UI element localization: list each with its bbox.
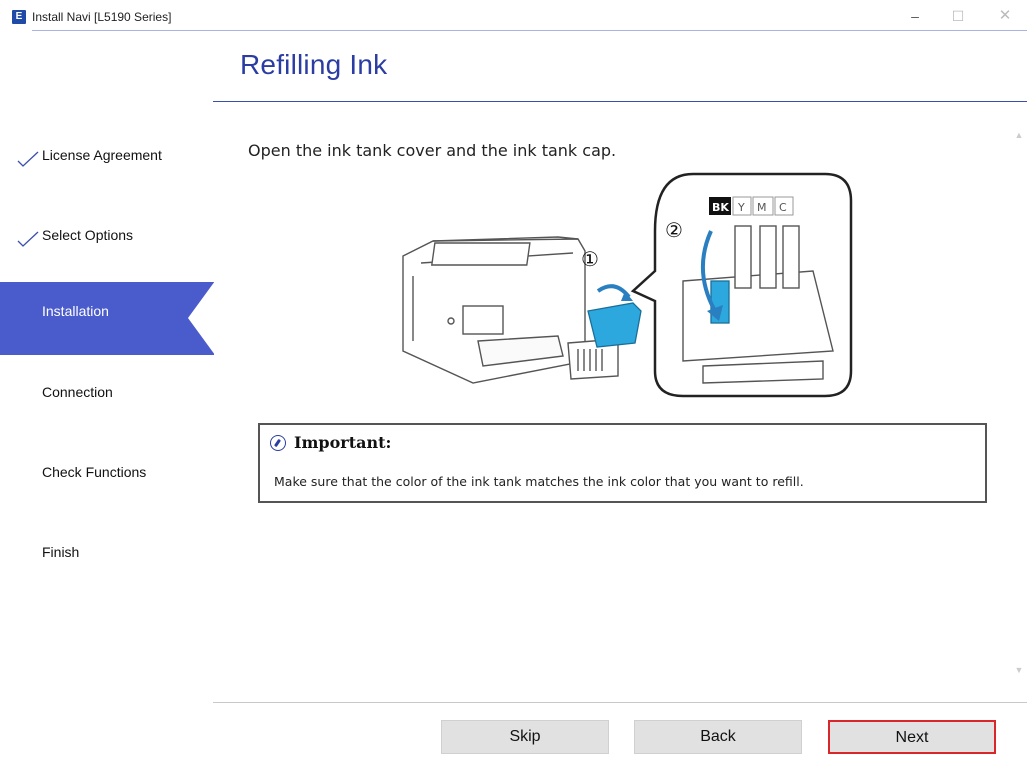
vertical-scrollbar[interactable]: ▲ ▼	[1014, 130, 1024, 675]
next-button[interactable]: Next	[828, 720, 996, 754]
checkmark-icon	[17, 231, 39, 247]
footer-divider	[213, 702, 1027, 703]
checkmark-icon	[17, 151, 39, 167]
sidebar-step-check-functions: Check Functions	[0, 452, 214, 492]
svg-text:Y: Y	[737, 201, 745, 214]
step-marker-1: ①	[581, 247, 599, 271]
printer-ink-tank-illustration: ① ② BK Y M C	[402, 172, 853, 398]
important-title: Important:	[294, 433, 392, 452]
sidebar-step-finish: Finish	[0, 532, 214, 572]
important-icon	[270, 435, 286, 451]
scroll-up-icon[interactable]: ▲	[1014, 130, 1024, 140]
svg-text:C: C	[779, 201, 787, 214]
header-divider	[213, 101, 1027, 102]
maximize-button[interactable]: ☐	[946, 5, 970, 27]
active-step-pointer	[188, 281, 215, 355]
instruction-text: Open the ink tank cover and the ink tank…	[248, 141, 617, 160]
svg-text:BK: BK	[712, 201, 729, 214]
ink-tank-labels: BK Y M C	[709, 196, 794, 216]
step-label: License Agreement	[42, 147, 162, 163]
sidebar-step-license-agreement: License Agreement	[0, 135, 214, 175]
skip-button[interactable]: Skip	[441, 720, 609, 754]
step-label: Select Options	[42, 227, 134, 243]
sidebar-step-select-options: Select Options	[0, 215, 214, 255]
svg-text:M: M	[757, 201, 767, 214]
title-divider	[32, 30, 1027, 31]
page-title: Refilling Ink	[240, 49, 388, 80]
app-icon: E	[12, 10, 26, 24]
sidebar-step-connection: Connection	[0, 372, 214, 412]
minimize-button[interactable]: –	[903, 5, 927, 27]
step-label: Check Functions	[42, 464, 147, 480]
close-button[interactable]: ✕	[993, 5, 1017, 27]
step-label: Installation	[42, 303, 109, 319]
title-bar: E Install Navi [L5190 Series] – ☐ ✕	[0, 0, 1027, 30]
step-marker-2: ②	[665, 218, 683, 242]
step-label: Connection	[42, 384, 113, 400]
important-notice: Important: Make sure that the color of t…	[258, 423, 987, 503]
back-button[interactable]: Back	[634, 720, 802, 754]
scroll-down-icon[interactable]: ▼	[1014, 665, 1024, 675]
important-text: Make sure that the color of the ink tank…	[274, 474, 804, 489]
ink-tank-cover-drawing	[587, 302, 642, 348]
sidebar-step-installation: Installation	[0, 282, 214, 355]
window-title: Install Navi [L5190 Series]	[32, 10, 172, 24]
step-label: Finish	[42, 544, 80, 560]
